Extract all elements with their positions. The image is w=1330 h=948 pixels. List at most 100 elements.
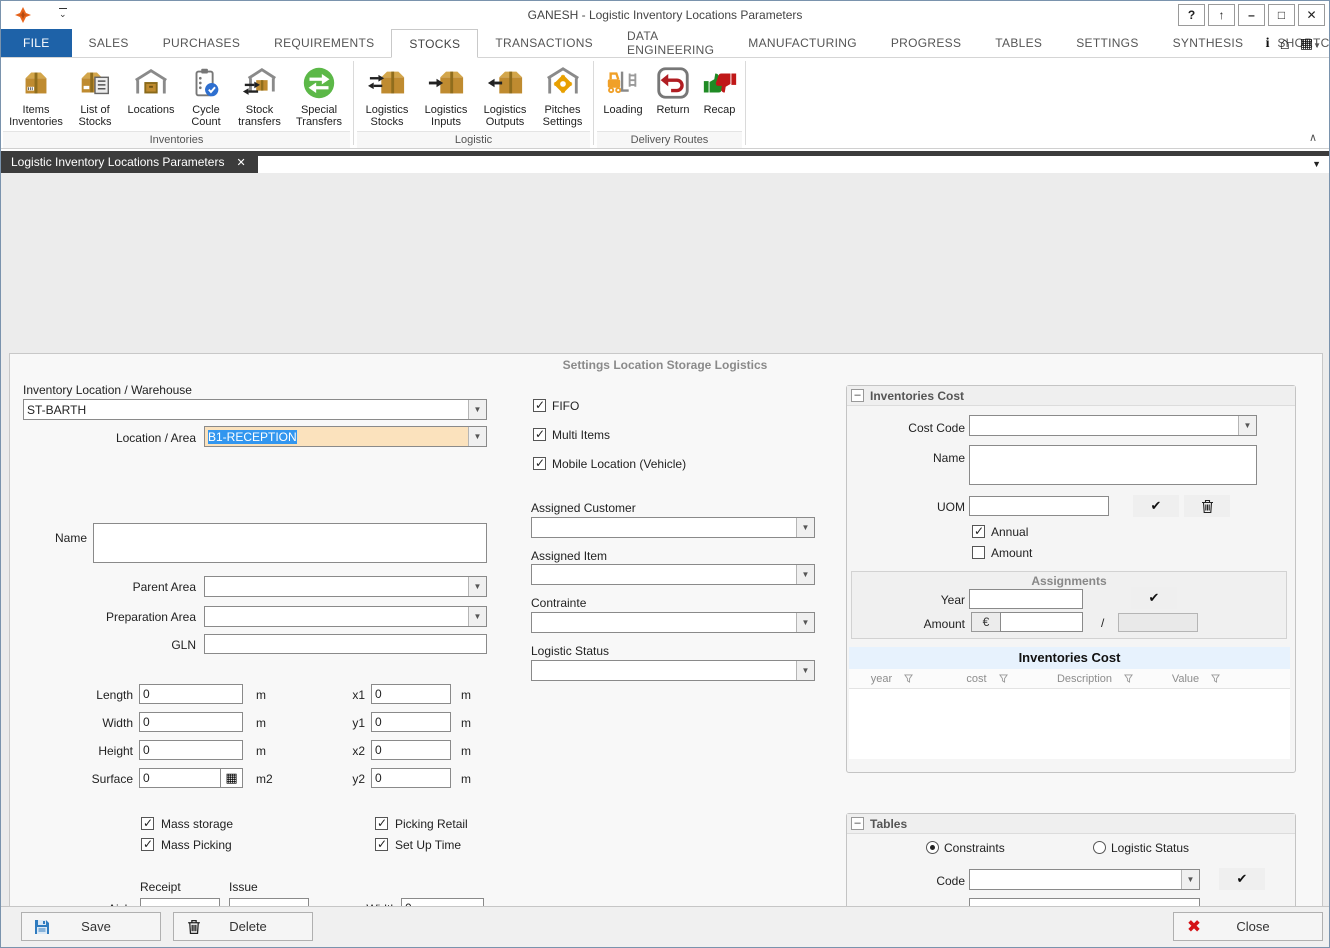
code-combo[interactable]: ▼	[969, 869, 1200, 890]
y2-field[interactable]	[371, 768, 451, 788]
fifo-label: FIFO	[552, 399, 579, 413]
logistic-status-combo[interactable]: ▼	[531, 660, 815, 681]
menu-tab-settings[interactable]: SETTINGS	[1059, 29, 1155, 57]
menu-tab-manufacturing[interactable]: MANUFACTURING	[731, 29, 874, 57]
cost-code-combo[interactable]: ▼	[969, 415, 1257, 436]
close-tab-icon[interactable]: ✕	[236, 156, 245, 169]
mass-storage-checkbox[interactable]	[141, 817, 154, 830]
set-up-time-checkbox[interactable]	[375, 838, 388, 851]
mobile-location-checkbox[interactable]	[533, 457, 546, 470]
close-button[interactable]: ✖ Close	[1173, 912, 1323, 941]
ribbon-item-stock-transfers[interactable]: Stock transfers	[231, 60, 288, 128]
ribbon-item-locations[interactable]: Locations	[121, 60, 181, 128]
menu-tab-progress[interactable]: PROGRESS	[874, 29, 978, 57]
info-icon[interactable]: i	[1266, 36, 1270, 52]
mass-picking-checkbox[interactable]	[141, 838, 154, 851]
collapse-ribbon-icon[interactable]: ∧	[1309, 131, 1317, 144]
assigned-item-combo[interactable]: ▼	[531, 564, 815, 585]
save-button[interactable]: Save	[21, 912, 161, 941]
collapse-panel-button[interactable]: –	[851, 389, 864, 402]
collapse-panel-button[interactable]: –	[851, 817, 864, 830]
filter-icon[interactable]	[1124, 674, 1133, 683]
height-field[interactable]	[139, 740, 243, 760]
help-button[interactable]: ?	[1178, 4, 1205, 26]
grid-col-description[interactable]: Description	[1039, 669, 1151, 688]
menu-tab-stocks[interactable]: STOCKS	[391, 29, 478, 58]
ribbon-item-pitches-settings[interactable]: Pitches Settings	[535, 60, 590, 128]
surface-field[interactable]	[139, 768, 221, 788]
tab-list-dropdown-icon[interactable]: ▼	[1312, 159, 1321, 169]
ribbon-item-list-of-stocks[interactable]: List of Stocks	[69, 60, 121, 128]
warehouse-transfer-icon	[231, 62, 288, 104]
assigned-customer-combo[interactable]: ▼	[531, 517, 815, 538]
grid-col-year[interactable]: year	[849, 669, 935, 688]
menu-tab-synthesis[interactable]: SYNTHESIS	[1156, 29, 1261, 57]
cost-confirm-button[interactable]: ✔	[1133, 495, 1179, 517]
filter-icon[interactable]	[999, 674, 1008, 683]
fifo-checkbox[interactable]	[533, 399, 546, 412]
menu-tab-data-engineering[interactable]: DATA ENGINEERING	[610, 29, 731, 57]
ribbon-item-loading[interactable]: Loading	[597, 60, 649, 116]
menu-tab-requirements[interactable]: REQUIREMENTS	[257, 29, 391, 57]
parent-area-combo[interactable]: ▼	[204, 576, 487, 597]
grid-column-headers: year cost Description Value	[849, 669, 1290, 689]
ribbon-group-logistic: Logistics Stocks Logistics Inputs Logist…	[355, 58, 594, 148]
surface-calculator-icon[interactable]: ▦	[220, 768, 243, 788]
grid-col-cost[interactable]: cost	[935, 669, 1039, 688]
ribbon-item-cycle-count[interactable]: Cycle Count	[181, 60, 231, 128]
ribbon-item-logistics-stocks[interactable]: Logistics Stocks	[357, 60, 417, 128]
minimize-button[interactable]: –	[1238, 4, 1265, 26]
ribbon-item-logistics-outputs[interactable]: Logistics Outputs	[475, 60, 535, 128]
x1-field[interactable]	[371, 684, 451, 704]
ribbon-item-items-inventories[interactable]: Items Inventories	[3, 60, 69, 128]
amount-field[interactable]	[1000, 612, 1083, 632]
menu-tab-purchases[interactable]: PURCHASES	[146, 29, 257, 57]
ribbon-item-recap[interactable]: Recap	[697, 60, 742, 116]
box-icon	[3, 62, 69, 104]
cost-name-field[interactable]	[969, 445, 1257, 485]
document-tab[interactable]: Logistic Inventory Locations Parameters …	[1, 151, 258, 173]
x1-unit: m	[461, 688, 471, 702]
box-out-icon	[475, 62, 535, 104]
menu-tab-sales[interactable]: SALES	[72, 29, 146, 57]
ribbon-item-special-transfers[interactable]: Special Transfers	[288, 60, 350, 128]
ribbon-item-logistics-inputs[interactable]: Logistics Inputs	[417, 60, 475, 128]
contrainte-combo[interactable]: ▼	[531, 612, 815, 633]
ribbon-item-return[interactable]: Return	[649, 60, 697, 116]
location-area-combo[interactable]: B1-RECEPTION▼	[204, 426, 487, 447]
menu-tab-file[interactable]: FILE	[1, 29, 72, 57]
pin-button[interactable]: ↑	[1208, 4, 1235, 26]
grid-body[interactable]	[849, 689, 1290, 759]
maximize-button[interactable]: □	[1268, 4, 1295, 26]
preparation-area-label: Preparation Area	[71, 610, 196, 624]
close-window-button[interactable]: ✕	[1298, 4, 1325, 26]
warehouse-combo[interactable]: ST-BARTH▼	[23, 399, 487, 420]
table-confirm-button[interactable]: ✔	[1219, 868, 1265, 890]
grid-col-value[interactable]: Value	[1151, 669, 1241, 688]
calculator-icon[interactable]: ▦▼	[1300, 35, 1321, 52]
menu-tab-tables[interactable]: TABLES	[978, 29, 1059, 57]
uom-field[interactable]	[969, 496, 1109, 516]
y1-field[interactable]	[371, 712, 451, 732]
delete-button[interactable]: Delete	[173, 912, 313, 941]
gln-field[interactable]	[204, 634, 487, 654]
year-field[interactable]	[969, 589, 1083, 609]
home-icon[interactable]: ⌂	[1280, 34, 1290, 54]
assignment-confirm-button[interactable]: ✔	[1131, 587, 1177, 609]
logistic-status-radio[interactable]	[1093, 841, 1106, 854]
filter-icon[interactable]	[904, 674, 913, 683]
menu-tab-transactions[interactable]: TRANSACTIONS	[478, 29, 610, 57]
cost-delete-button[interactable]	[1184, 495, 1230, 517]
annual-checkbox[interactable]	[972, 525, 985, 538]
multi-items-checkbox[interactable]	[533, 428, 546, 441]
length-field[interactable]	[139, 684, 243, 704]
constraints-radio[interactable]	[926, 841, 939, 854]
x2-field[interactable]	[371, 740, 451, 760]
name-field[interactable]	[93, 523, 487, 563]
preparation-area-combo[interactable]: ▼	[204, 606, 487, 627]
filter-icon[interactable]	[1211, 674, 1220, 683]
main-area: Settings Location Storage Logistics Inve…	[1, 173, 1329, 906]
amount-checkbox[interactable]	[972, 546, 985, 559]
width-field[interactable]	[139, 712, 243, 732]
picking-retail-checkbox[interactable]	[375, 817, 388, 830]
